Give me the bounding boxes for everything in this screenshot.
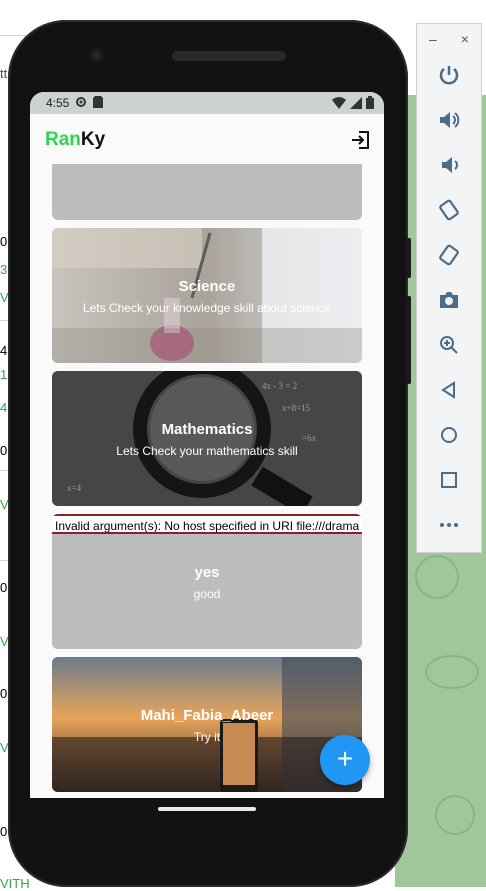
bg-text-fragment: VITH: [0, 876, 30, 891]
category-card-mahi[interactable]: Mahi_Fabia_Abeer Try it: [52, 657, 362, 792]
overview-icon[interactable]: [431, 462, 467, 498]
bg-text-fragment: 3: [0, 262, 8, 277]
science-lab-image: [52, 228, 362, 363]
wallpaper-doodle: [425, 655, 479, 689]
bg-text-fragment: 4: [0, 343, 8, 358]
status-time: 4:55: [46, 96, 70, 110]
card-subtitle: Lets Check your mathematics skill: [116, 444, 298, 458]
svg-text:4x - 3 = 2: 4x - 3 = 2: [262, 381, 297, 391]
app-logo: RanKy: [45, 129, 105, 151]
card-title: Science: [178, 278, 236, 295]
svg-text:x=4: x=4: [67, 483, 82, 493]
card-subtitle: good: [193, 587, 221, 601]
category-card[interactable]: [52, 164, 362, 220]
image-error-banner: Invalid argument(s): No host specified i…: [52, 514, 362, 534]
volume-rocker: [406, 296, 411, 384]
battery-icon: [366, 96, 374, 112]
home-icon[interactable]: [431, 417, 467, 453]
sd-card-status-icon: [93, 95, 104, 111]
bg-text-fragment: 0: [0, 686, 8, 701]
card-title: Mathematics: [161, 421, 253, 438]
earpiece-speaker: [172, 51, 286, 61]
app-bar: RanKy: [30, 114, 384, 164]
phone-screen: 4:55 RanKy Science Lets Check your knowl…: [30, 92, 384, 798]
more-options-icon[interactable]: [431, 507, 467, 543]
rotate-right-icon[interactable]: [431, 237, 467, 273]
home-gesture-pill[interactable]: [158, 807, 256, 811]
card-subtitle: Lets Check your knowledge skill about sc…: [82, 301, 332, 315]
svg-text:x+8=15: x+8=15: [282, 403, 311, 413]
close-button[interactable]: ×: [461, 31, 469, 47]
volume-down-icon[interactable]: [431, 147, 467, 183]
volume-up-icon[interactable]: [431, 102, 467, 138]
minimize-button[interactable]: –: [429, 31, 437, 47]
wifi-icon: [332, 96, 346, 112]
sunset-image: [52, 657, 362, 792]
bg-text-fragment: 1: [0, 367, 8, 382]
power-button: [406, 238, 411, 278]
zoom-icon[interactable]: [431, 327, 467, 363]
rotate-left-icon[interactable]: [431, 192, 467, 228]
status-bar: 4:55: [30, 92, 384, 114]
bg-text-fragment: 0: [0, 443, 8, 458]
bg-text-fragment: 0: [0, 234, 8, 249]
settings-status-icon: [75, 96, 87, 111]
bg-text-fragment: tt: [0, 66, 8, 81]
emulator-toolbar: – ×: [416, 23, 482, 553]
brand-part-2: Ky: [80, 129, 106, 150]
category-card-yes[interactable]: Invalid argument(s): No host specified i…: [52, 514, 362, 649]
back-icon[interactable]: [431, 372, 467, 408]
category-list: Science Lets Check your knowledge skill …: [30, 164, 384, 798]
bg-text-fragment: 0: [0, 580, 8, 595]
card-title: yes: [194, 564, 220, 581]
magnifier-image: 4x - 3 = 2x+8=15 x=4=6x: [52, 371, 362, 506]
wallpaper-doodle: [415, 555, 459, 599]
logout-icon[interactable]: [351, 130, 371, 150]
category-card-mathematics[interactable]: 4x - 3 = 2 x+8=15 x=4 =6x Mathematics Lets…: [52, 371, 362, 506]
navigation-bar: [30, 798, 384, 828]
brand-part-1: Ran: [45, 129, 81, 150]
bg-text-fragment: 4: [0, 400, 8, 415]
camera-icon[interactable]: [431, 282, 467, 318]
signal-icon: [350, 96, 362, 112]
add-category-button[interactable]: +: [320, 735, 370, 785]
power-icon[interactable]: [431, 57, 467, 93]
category-card-science[interactable]: Science Lets Check your knowledge skill …: [52, 228, 362, 363]
front-camera: [90, 48, 104, 62]
card-subtitle: Try it: [193, 730, 221, 744]
bg-text-fragment: 0: [0, 824, 8, 839]
card-title: Mahi_Fabia_Abeer: [140, 707, 274, 724]
wallpaper-doodle: [435, 795, 475, 835]
